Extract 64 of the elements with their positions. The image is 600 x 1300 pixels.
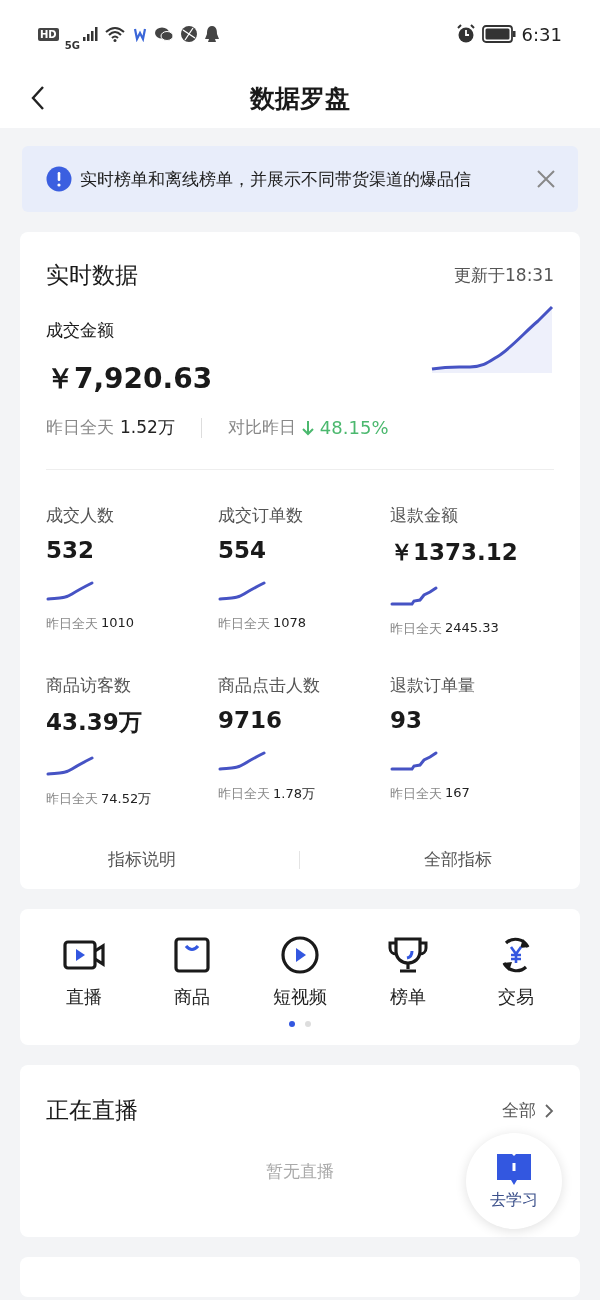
yesterday-label: 昨日全天 — [218, 785, 270, 803]
hd-badge: HD — [38, 27, 59, 41]
signal-icon — [81, 27, 98, 41]
update-time: 更新于18:31 — [454, 264, 554, 287]
yesterday-label: 昨日全天 — [46, 615, 98, 633]
yesterday-label: 昨日全天 — [390, 785, 442, 803]
section-title: 实时数据 — [46, 261, 138, 290]
notice-text: 实时榜单和离线榜单，并展示不同带货渠道的爆品信 — [80, 167, 472, 191]
metric-value: 93 — [390, 707, 423, 733]
compare-label: 对比昨日 — [227, 416, 296, 439]
chat-icon — [153, 26, 174, 42]
shortcut-button[interactable]: 短视频 — [255, 935, 345, 1009]
trophy-icon — [386, 935, 430, 975]
yesterday-value: 2445.33 — [445, 620, 499, 637]
network-label: 5G — [64, 39, 80, 51]
change-value: 48.15% — [319, 417, 389, 438]
shortcut-button[interactable]: 交易 — [471, 935, 561, 1009]
metric-value: 532 — [46, 537, 95, 563]
metric-label: 成交金额 — [46, 319, 115, 342]
metric-label: 成交订单数 — [218, 504, 304, 527]
empty-state-text: 暂无直播 — [266, 1160, 334, 1183]
yesterday-value: 1.52万 — [120, 416, 175, 439]
metric-label: 成交人数 — [46, 504, 115, 527]
battery-icon — [481, 25, 516, 43]
metric-label: 退款订单量 — [390, 674, 476, 697]
shortcut-button[interactable]: 商品 — [147, 935, 237, 1009]
book-icon — [495, 1151, 533, 1186]
chevron-right-icon — [544, 1102, 554, 1119]
metric-value: ￥1373.12 — [390, 538, 519, 567]
clock-time: 6:31 — [521, 23, 562, 45]
metric-value: ￥7,920.63 — [46, 361, 213, 397]
info-icon — [46, 166, 72, 192]
yesterday-label: 昨日全天 — [218, 615, 270, 633]
wifi-icon — [103, 26, 126, 42]
learn-button[interactable]: 去学习 — [466, 1133, 562, 1229]
back-icon[interactable] — [30, 85, 46, 111]
yesterday-label: 昨日全天 — [46, 416, 114, 439]
yesterday-label: 昨日全天 — [390, 620, 442, 638]
metric-value: 9716 — [218, 707, 283, 733]
metric-info-link[interactable]: 指标说明 — [107, 848, 176, 871]
view-all-link[interactable]: 全部 — [502, 1099, 554, 1122]
down-arrow-icon — [301, 419, 314, 436]
alarm-icon — [455, 24, 476, 44]
section-title: 正在直播 — [46, 1096, 138, 1125]
app-icon — [131, 26, 148, 42]
yesterday-label: 昨日全天 — [46, 790, 98, 808]
page-title: 数据罗盘 — [250, 82, 350, 115]
metric-value: 554 — [218, 537, 267, 563]
penguin-icon — [203, 25, 220, 43]
yesterday-value: 1078 — [273, 615, 307, 632]
yesterday-value: 1010 — [101, 615, 135, 632]
metric-value: 43.39万 — [46, 708, 143, 737]
bag-icon — [172, 935, 212, 975]
metric-label: 商品访客数 — [46, 674, 132, 697]
shortcut-button[interactable]: 直播 — [39, 935, 129, 1009]
metric-label: 商品点击人数 — [218, 674, 321, 697]
all-metrics-link[interactable]: 全部指标 — [424, 848, 493, 871]
play-icon — [280, 935, 320, 975]
close-icon[interactable] — [536, 169, 556, 189]
shortcut-button[interactable]: 榜单 — [363, 935, 453, 1009]
yesterday-value: 167 — [445, 785, 470, 802]
yesterday-value: 1.78万 — [273, 785, 315, 803]
yesterday-value: 74.52万 — [101, 790, 152, 808]
metric-label: 退款金额 — [390, 504, 459, 527]
